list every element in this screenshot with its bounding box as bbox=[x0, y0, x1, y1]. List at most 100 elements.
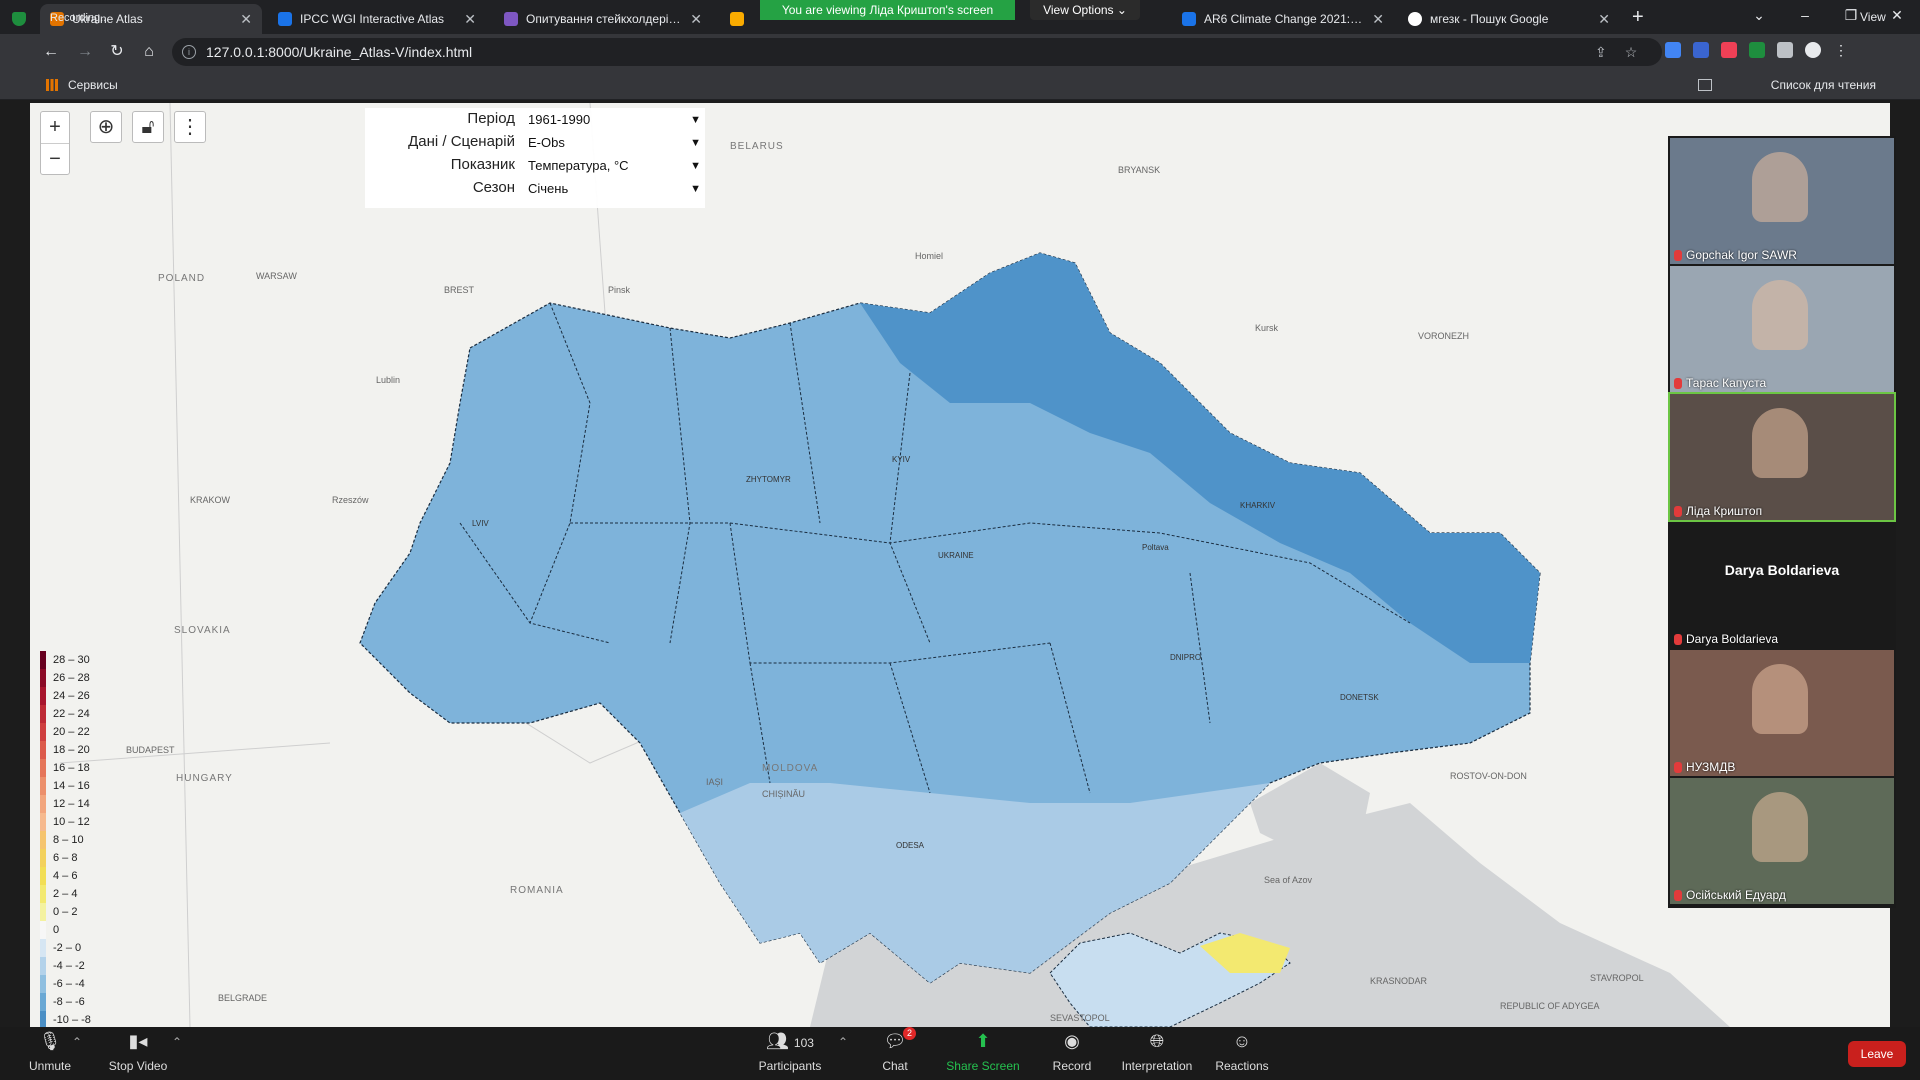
muted-mic-icon bbox=[1674, 761, 1682, 773]
tab-google-search[interactable]: мгезк - Пошук Google ✕ bbox=[1398, 4, 1620, 34]
tab-k[interactable]: K bbox=[720, 4, 760, 34]
address-bar[interactable]: i 127.0.0.1:8000/Ukraine_Atlas-V/index.h… bbox=[172, 38, 1662, 66]
legend-swatch bbox=[40, 813, 46, 831]
browser-toolbar: ← → ↻ ⌂ i 127.0.0.1:8000/Ukraine_Atlas-V… bbox=[0, 34, 1920, 70]
participants-button[interactable]: 👥︎ 103 Participants bbox=[740, 1031, 840, 1073]
window-controls: ⌄ – ❐ ✕ bbox=[1736, 0, 1920, 30]
label-belgrade: BELGRADE bbox=[218, 993, 268, 1003]
profile-avatar-icon[interactable] bbox=[1805, 42, 1821, 58]
map-canvas[interactable] bbox=[30, 103, 1890, 1027]
tab-ipcc-atlas[interactable]: IPCC WGI Interactive Atlas ✕ bbox=[268, 4, 486, 34]
translate-extension-icon[interactable] bbox=[1665, 42, 1681, 58]
legend-swatch bbox=[40, 651, 46, 669]
tab-survey[interactable]: Опитування стейкхолдерів д ✕ bbox=[494, 4, 712, 34]
participant-tile[interactable]: Тарас Капуста bbox=[1670, 266, 1894, 392]
locate-button[interactable]: ⊕ bbox=[90, 111, 122, 143]
bookmark-apps[interactable]: Сервисы bbox=[68, 78, 118, 92]
legend-swatch bbox=[40, 993, 46, 1011]
new-tab-icon[interactable]: + bbox=[1632, 6, 1644, 29]
season-label: Сезон bbox=[472, 179, 515, 196]
legend-label: -2 – 0 bbox=[53, 942, 82, 954]
map-parameter-panel: Період 1961-1990 ▼ Дані / Сценарій E-Obs ▼… bbox=[365, 108, 705, 208]
participant-tile[interactable]: Gopchak Igor SAWR bbox=[1670, 138, 1894, 264]
season-select[interactable]: Січень ▼ bbox=[525, 179, 705, 199]
tab-label: AR6 Climate Change 2021: Th bbox=[1204, 12, 1365, 26]
minimize-icon[interactable]: – bbox=[1782, 0, 1828, 30]
share-screen-button[interactable]: ⬆ Share Screen bbox=[933, 1031, 1033, 1073]
climate-map[interactable]: BELARUS POLAND SLOVAKIA HUNGARY ROMANIA … bbox=[30, 103, 1890, 1027]
chevron-down-icon[interactable]: ⌄ bbox=[1736, 0, 1782, 30]
chevron-up-icon[interactable]: ⌃ bbox=[72, 1035, 82, 1049]
reading-list-button[interactable]: Список для чтения bbox=[1771, 78, 1876, 92]
participant-video bbox=[1752, 408, 1808, 478]
legend-swatch bbox=[40, 831, 46, 849]
participant-tile[interactable]: Darya Boldarieva Darya Boldarieva bbox=[1670, 522, 1894, 648]
crosshair-icon: ⊕ bbox=[97, 116, 115, 138]
chat-button[interactable]: 💬︎ 2 Chat bbox=[845, 1027, 945, 1073]
tab-label: Опитування стейкхолдерів д bbox=[526, 12, 683, 26]
participant-video bbox=[1752, 792, 1808, 862]
period-select[interactable]: 1961-1990 ▼ bbox=[525, 110, 705, 130]
reactions-button[interactable]: ☺ Reactions bbox=[1192, 1031, 1292, 1073]
legend-swatch bbox=[40, 849, 46, 867]
info-icon[interactable]: i bbox=[182, 45, 196, 59]
docs-extension-icon[interactable] bbox=[1693, 42, 1709, 58]
label-dnipro: DNIPRO bbox=[1170, 653, 1202, 662]
apps-grid-icon[interactable] bbox=[46, 79, 58, 91]
label-iasi: IAȘI bbox=[706, 777, 724, 787]
legend-entry: 26 – 28 bbox=[40, 669, 115, 687]
omnibox-actions: ⇪ ☆ bbox=[1595, 44, 1637, 61]
data-scenario-select[interactable]: E-Obs ▼ bbox=[525, 133, 705, 153]
menu-dots-icon[interactable]: ⋮ bbox=[1833, 42, 1849, 58]
participant-tile[interactable]: Осійський Едуард bbox=[1670, 778, 1894, 904]
legend-swatch bbox=[40, 921, 46, 939]
participant-tile[interactable]: Ліда Криштоп bbox=[1668, 392, 1896, 522]
reload-icon[interactable]: ↻ bbox=[106, 41, 128, 63]
legend-entry: 22 – 24 bbox=[40, 705, 115, 723]
legend-label: -6 – -4 bbox=[53, 978, 85, 990]
tab-label: мгезк - Пошук Google bbox=[1430, 12, 1549, 26]
puzzle-icon[interactable] bbox=[1777, 42, 1793, 58]
label-kharkiv: KHARKIV bbox=[1240, 501, 1276, 510]
close-icon[interactable]: ✕ bbox=[1372, 11, 1384, 28]
indicator-select[interactable]: Температура, °С ▼ bbox=[525, 156, 705, 176]
share-icon[interactable]: ⇪ bbox=[1595, 44, 1607, 61]
zoom-control: + − bbox=[40, 111, 70, 175]
tab-ar6[interactable]: AR6 Climate Change 2021: Th ✕ bbox=[1172, 4, 1394, 34]
muted-mic-icon bbox=[1674, 633, 1682, 645]
chevron-down-icon: ▼ bbox=[690, 183, 701, 195]
pocket-extension-icon[interactable] bbox=[1721, 42, 1737, 58]
legend-label: 16 – 18 bbox=[53, 762, 90, 774]
lock-button[interactable]: 🔓︎ bbox=[132, 111, 164, 143]
legend-label: 14 – 16 bbox=[53, 780, 90, 792]
participant-name-text: Ліда Криштоп bbox=[1686, 504, 1763, 518]
participant-tile[interactable]: НУЗМДВ bbox=[1670, 650, 1894, 776]
shield-extension-icon[interactable] bbox=[1749, 42, 1765, 58]
unmute-button[interactable]: 🎙︎ Unmute bbox=[0, 1031, 100, 1073]
muted-mic-icon bbox=[1674, 889, 1682, 901]
close-icon[interactable]: ✕ bbox=[1598, 11, 1610, 28]
legend-label: 24 – 26 bbox=[53, 690, 90, 702]
label-poltava: Poltava bbox=[1142, 543, 1169, 552]
chevron-up-icon[interactable]: ⌃ bbox=[172, 1035, 182, 1049]
google-favicon-icon bbox=[1408, 12, 1422, 26]
star-icon[interactable]: ☆ bbox=[1625, 44, 1638, 61]
indicator-row: Показник Температура, °С ▼ bbox=[365, 154, 705, 176]
zoom-view-button[interactable]: View bbox=[1860, 10, 1886, 24]
home-icon[interactable]: ⌂ bbox=[138, 41, 160, 63]
zoom-out-button[interactable]: − bbox=[41, 143, 69, 174]
view-options-button[interactable]: View Options ⌄ bbox=[1030, 0, 1140, 20]
participant-gallery: Gopchak Igor SAWR Тарас Капуста Ліда Кришт… bbox=[1668, 136, 1896, 908]
close-icon[interactable]: ✕ bbox=[690, 11, 702, 28]
back-icon[interactable]: ← bbox=[40, 41, 62, 63]
close-icon[interactable]: ✕ bbox=[464, 11, 476, 28]
close-icon[interactable]: ✕ bbox=[240, 11, 252, 28]
compare-button[interactable]: ⋮ bbox=[174, 111, 206, 143]
forward-icon[interactable]: → bbox=[74, 41, 96, 63]
label-chisinau: CHIȘINĂU bbox=[762, 789, 806, 799]
zoom-in-button[interactable]: + bbox=[41, 112, 69, 143]
participant-name-text: Gopchak Igor SAWR bbox=[1686, 248, 1797, 262]
browser-tab-strip: Ukraine Atlas ✕ IPCC WGI Interactive Atl… bbox=[0, 0, 1920, 34]
reading-list-icon[interactable] bbox=[1698, 79, 1712, 91]
leave-button[interactable]: Leave bbox=[1848, 1041, 1906, 1067]
